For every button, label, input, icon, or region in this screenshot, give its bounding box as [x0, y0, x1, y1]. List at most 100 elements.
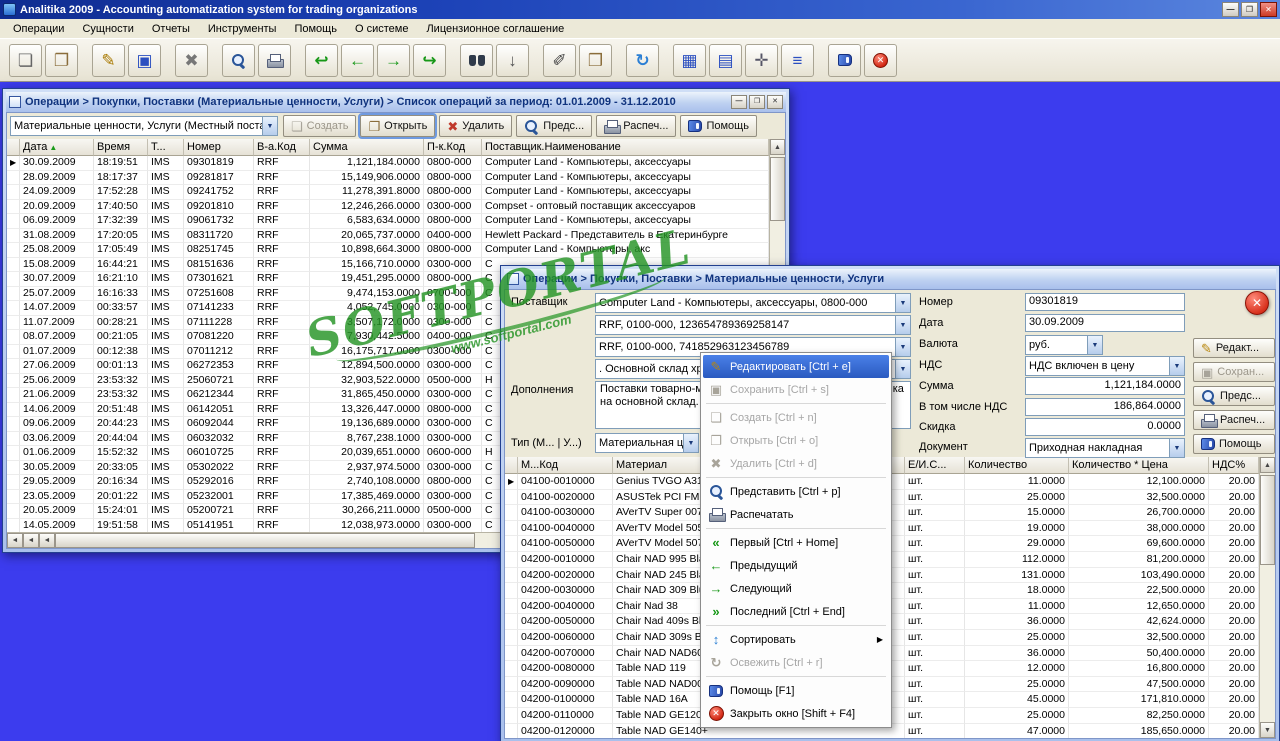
- menu-item-7[interactable]: Лицензионное соглашение: [417, 21, 573, 37]
- save-button[interactable]: ▣ Сохран...: [1193, 362, 1275, 382]
- column-header[interactable]: Количество * Цена: [1069, 457, 1209, 474]
- delete-button[interactable]: ✖ Удалить: [439, 115, 513, 137]
- table-grid-button[interactable]: ▤: [709, 43, 742, 77]
- download-button[interactable]: ↓: [496, 43, 529, 77]
- help-button[interactable]: Помощь: [680, 115, 757, 137]
- undo-button[interactable]: ↩: [305, 43, 338, 77]
- print-button[interactable]: Распеч...: [596, 115, 677, 137]
- scroll-down-icon[interactable]: ▼: [1260, 722, 1275, 738]
- child-maximize-button[interactable]: ❐: [749, 95, 765, 109]
- context-menu-item-sort[interactable]: ↕ Сортировать ▶: [703, 628, 889, 651]
- scrollbar-thumb[interactable]: [770, 157, 785, 221]
- scrollbar-track[interactable]: [1260, 473, 1275, 722]
- context-menu-item-refresh[interactable]: ↻ Освежить [Ctrl + r]: [703, 651, 889, 674]
- maximize-button[interactable]: ❐: [1241, 2, 1258, 17]
- preview-button[interactable]: Предс...: [516, 115, 593, 137]
- vat-sum-field[interactable]: 186,864.0000: [1025, 398, 1185, 416]
- document-combo[interactable]: Приходная накладная ▼: [1025, 438, 1185, 458]
- menu-item-5[interactable]: Помощь: [285, 21, 346, 37]
- open-document-button[interactable]: ❐: [45, 43, 78, 77]
- scroll-left-icon[interactable]: ◄: [23, 533, 39, 548]
- help-button[interactable]: Помощь: [1193, 434, 1275, 454]
- exit-button[interactable]: [864, 43, 897, 77]
- preview-button[interactable]: Предс...: [1193, 386, 1275, 406]
- column-header[interactable]: П-к.Код: [424, 139, 482, 156]
- print-button[interactable]: Распеч...: [1193, 410, 1275, 430]
- child-close-button[interactable]: ✕: [767, 95, 783, 109]
- detail-close-button[interactable]: [1245, 291, 1269, 315]
- column-header[interactable]: Поставщик.Наименование: [482, 139, 769, 156]
- date-field[interactable]: 30.09.2009: [1025, 314, 1185, 332]
- close-button[interactable]: ✕: [1260, 2, 1277, 17]
- edit-document-button[interactable]: ✎: [92, 43, 125, 77]
- column-header[interactable]: Сумма: [310, 139, 424, 156]
- scroll-left-icon[interactable]: ◄: [39, 533, 55, 548]
- context-menu-item-save[interactable]: ▣ Сохранить [Ctrl + s]: [703, 378, 889, 401]
- operation-row[interactable]: 31.08.2009 17:20:05 IMS 08311720 RRF 20,065,7…: [7, 228, 769, 244]
- chevron-down-icon[interactable]: ▼: [683, 434, 698, 452]
- context-menu-item-create[interactable]: ❏ Создать [Ctrl + n]: [703, 406, 889, 429]
- help-book-button[interactable]: [828, 43, 861, 77]
- supplier-combo[interactable]: Computer Land - Компьютеры, аксессуары, …: [595, 293, 911, 313]
- minimize-button[interactable]: —: [1222, 2, 1239, 17]
- context-menu-item-previous[interactable]: ← Предыдущий: [703, 554, 889, 577]
- binoculars-button[interactable]: [460, 43, 493, 77]
- scrollbar-thumb[interactable]: [1260, 475, 1275, 565]
- scrollbar-thumb[interactable]: [55, 533, 475, 548]
- column-header[interactable]: НДС%: [1209, 457, 1259, 474]
- operation-row[interactable]: 24.09.2009 17:52:28 IMS 09241752 RRF 11,278,3…: [7, 185, 769, 200]
- vertical-scrollbar[interactable]: ▲ ▼: [1259, 457, 1275, 738]
- sum-field[interactable]: 1,121,184.0000: [1025, 377, 1185, 395]
- search-button[interactable]: [222, 43, 255, 77]
- delete-button[interactable]: ✖: [175, 43, 208, 77]
- chevron-down-icon[interactable]: ▼: [1087, 336, 1102, 354]
- menu-item-3[interactable]: Отчеты: [143, 21, 199, 37]
- previous-button[interactable]: ←: [341, 43, 374, 77]
- scroll-up-icon[interactable]: ▲: [770, 139, 785, 155]
- operation-row[interactable]: 28.09.2009 18:17:37 IMS 09281817 RRF 15,149,9…: [7, 170, 769, 186]
- chevron-down-icon[interactable]: ▼: [895, 360, 910, 378]
- context-menu-item-help[interactable]: Помощь [F1]: [703, 679, 889, 702]
- print-button[interactable]: [258, 43, 291, 77]
- number-field[interactable]: 09301819: [1025, 293, 1185, 311]
- context-menu-item-close-window[interactable]: Закрыть окно [Shift + F4]: [703, 702, 889, 725]
- context-menu-item-print[interactable]: Распечатать: [703, 503, 889, 526]
- chevron-down-icon[interactable]: ▼: [895, 294, 910, 312]
- context-menu-item-edit[interactable]: ✎ Редактировать [Ctrl + e]: [703, 355, 889, 378]
- column-header[interactable]: Номер: [184, 139, 254, 156]
- menu-item-4[interactable]: Инструменты: [199, 21, 286, 37]
- edit-button[interactable]: ✎ Редакт...: [1193, 338, 1275, 358]
- context-menu-item-open[interactable]: ❐ Открыть [Ctrl + o]: [703, 429, 889, 452]
- scroll-up-icon[interactable]: ▲: [1260, 457, 1275, 473]
- chevron-down-icon[interactable]: ▼: [1169, 357, 1184, 375]
- account-combo-1[interactable]: RRF, 0100-000, 123654789369258147 ▼: [595, 315, 911, 335]
- context-menu-item-delete[interactable]: ✖ Удалить [Ctrl + d]: [703, 452, 889, 475]
- chevron-down-icon[interactable]: ▼: [895, 338, 910, 356]
- chevron-down-icon[interactable]: ▼: [1169, 439, 1184, 457]
- context-menu-item-last[interactable]: » Последний [Ctrl + End]: [703, 600, 889, 623]
- column-header[interactable]: М...Код: [518, 457, 613, 474]
- new-document-button[interactable]: ❏: [9, 43, 42, 77]
- operation-type-combo[interactable]: Материальные ценности, Услуги (Местный п…: [10, 116, 278, 136]
- scroll-left-icon[interactable]: ◄: [7, 533, 23, 548]
- open-button[interactable]: ❐ Открыть: [358, 113, 438, 139]
- column-header[interactable]: В-а.Код: [254, 139, 310, 156]
- column-header[interactable]: Время: [94, 139, 148, 156]
- menu-item-6[interactable]: О системе: [346, 21, 417, 37]
- save-button[interactable]: ▣: [128, 43, 161, 77]
- context-menu-item-first[interactable]: «Первый [Ctrl + Home]: [703, 531, 889, 554]
- column-header[interactable]: Е/И.С...: [905, 457, 965, 474]
- sign-button[interactable]: ✐: [543, 43, 576, 77]
- table-view-button[interactable]: ▦: [673, 43, 706, 77]
- column-header[interactable]: Дата ▲: [20, 139, 94, 156]
- currency-combo[interactable]: руб. ▼: [1025, 335, 1103, 355]
- chevron-down-icon[interactable]: ▼: [262, 117, 277, 135]
- paste-button[interactable]: ❒: [579, 43, 612, 77]
- column-header[interactable]: Т...: [148, 139, 184, 156]
- next-button[interactable]: →: [377, 43, 410, 77]
- discount-field[interactable]: 0.0000: [1025, 418, 1185, 436]
- context-menu-item-preview[interactable]: Представить [Ctrl + p]: [703, 480, 889, 503]
- database-button[interactable]: ≡: [781, 43, 814, 77]
- operation-row[interactable]: 06.09.2009 17:32:39 IMS 09061732 RRF 6,583,63…: [7, 214, 769, 229]
- redo-button[interactable]: ↪: [413, 43, 446, 77]
